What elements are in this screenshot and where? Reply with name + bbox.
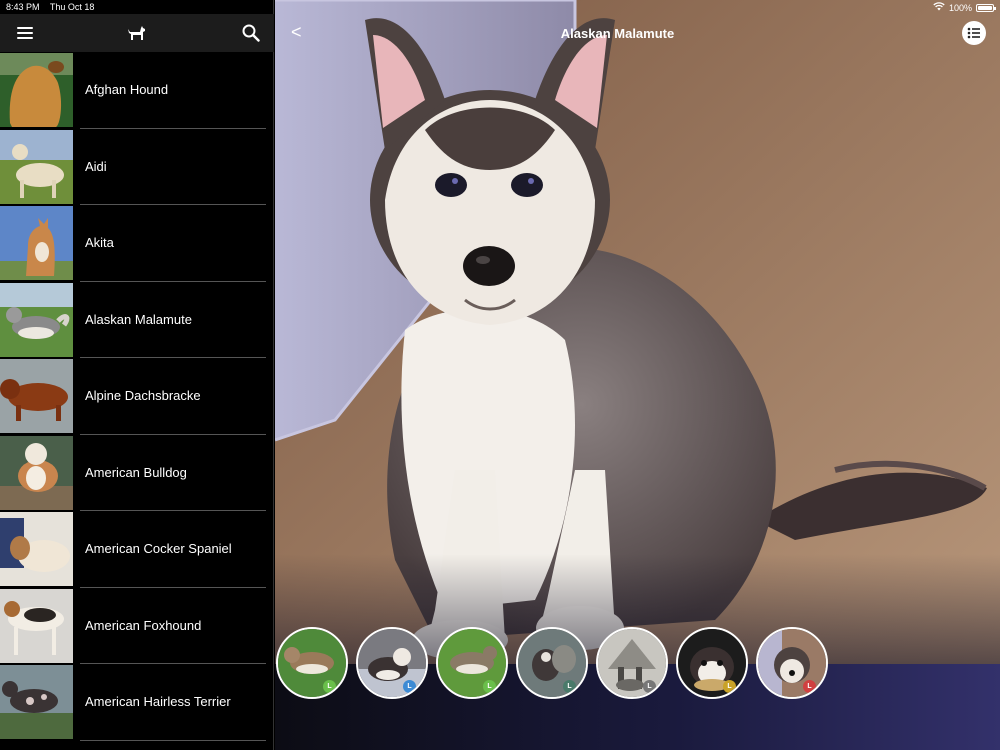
breed-list-item[interactable]: Alpine Dachsbracke	[0, 358, 274, 435]
breed-name: Akita	[85, 235, 114, 250]
breed-sidebar: Afghan Hound Aidi Akita Alaskan Malamute	[0, 0, 274, 750]
status-time: 8:43 PM	[6, 2, 40, 12]
gallery-badge: L	[483, 680, 496, 693]
breed-detail: < Alaskan Malamute L L L L L L L	[275, 0, 1000, 750]
list-icon[interactable]	[962, 21, 986, 45]
status-bar: 8:43 PM Thu Oct 18 100%	[0, 0, 1000, 14]
breed-list-item[interactable]: American Bulldog	[0, 435, 274, 511]
breed-thumbnail	[0, 512, 73, 586]
breed-name: American Foxhound	[85, 617, 202, 633]
breed-list-item[interactable]: Afghan Hound	[0, 52, 274, 129]
gallery-photo[interactable]: L	[276, 627, 348, 699]
photo-gallery: L L L L L L L	[275, 627, 1000, 701]
battery-percent: 100%	[948, 2, 972, 13]
status-date: Thu Oct 18	[49, 2, 95, 12]
gallery-badge: L	[723, 680, 736, 693]
breed-name: American Hairless Terrier	[85, 694, 231, 709]
breed-thumbnail	[0, 282, 73, 357]
search-icon[interactable]	[240, 22, 262, 44]
gallery-photo[interactable]: L	[516, 627, 588, 699]
breed-name: Alpine Dachsbracke	[85, 388, 201, 403]
breed-thumbnail	[0, 206, 73, 280]
hamburger-menu-icon[interactable]	[14, 22, 36, 44]
gallery-badge: L	[403, 680, 416, 693]
breed-name: Afghan Hound	[85, 82, 169, 97]
sidebar-toolbar	[0, 14, 274, 52]
breed-list-item[interactable]: American Hairless Terrier	[0, 664, 274, 741]
gallery-photo[interactable]: L	[596, 627, 668, 699]
gallery-photo[interactable]: L	[756, 627, 828, 699]
dog-icon[interactable]	[126, 22, 148, 44]
divider	[80, 739, 266, 741]
breed-list: Afghan Hound Aidi Akita Alaskan Malamute	[0, 52, 274, 741]
gallery-photo[interactable]: L	[676, 627, 748, 699]
breed-thumbnail	[0, 665, 73, 739]
gallery-badge: L	[643, 680, 656, 693]
gallery-photo[interactable]: L	[356, 627, 428, 699]
breed-list-item[interactable]: Aidi	[0, 129, 274, 205]
gallery-photo[interactable]: L	[436, 627, 508, 699]
battery-icon	[976, 3, 996, 12]
breed-thumbnail	[0, 359, 73, 433]
breed-thumbnail	[0, 129, 73, 204]
breed-name: Aidi	[85, 158, 107, 174]
breed-thumbnail	[0, 435, 73, 510]
breed-thumbnail	[0, 53, 73, 127]
gallery-badge: L	[323, 680, 336, 693]
breed-name: American Cocker Spaniel	[85, 541, 232, 556]
breed-list-item[interactable]: Alaskan Malamute	[0, 282, 274, 358]
breed-name: Alaskan Malamute	[85, 311, 192, 327]
gallery-badge: L	[563, 680, 576, 693]
gallery-badge: L	[803, 680, 816, 693]
breed-hero-photo	[275, 0, 1000, 664]
page-title: Alaskan Malamute	[560, 26, 675, 41]
breed-list-item[interactable]: American Foxhound	[0, 588, 274, 664]
breed-list-item[interactable]: American Cocker Spaniel	[0, 511, 274, 588]
breed-thumbnail	[0, 588, 73, 663]
breed-list-item[interactable]: Akita	[0, 205, 274, 282]
wifi-icon	[933, 2, 945, 13]
breed-name: American Bulldog	[85, 464, 187, 480]
